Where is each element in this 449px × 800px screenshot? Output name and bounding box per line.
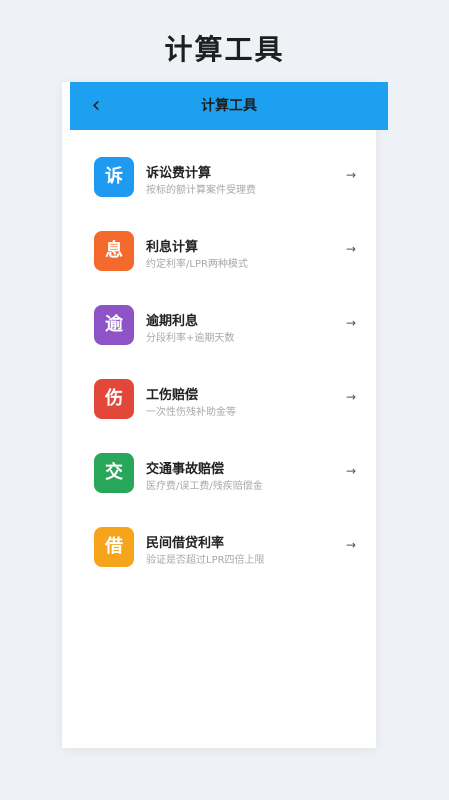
- item-icon: 诉: [94, 157, 134, 197]
- item-subtitle: 分段利率+逾期天数: [146, 333, 235, 344]
- list-item[interactable]: 息 利息计算 约定利率/LPR两种模式 →: [62, 204, 376, 278]
- item-icon: 伤: [94, 379, 134, 419]
- item-title: 民间借贷利率: [146, 536, 225, 551]
- item-subtitle: 医疗费/误工费/残疾赔偿金: [146, 481, 263, 492]
- item-title: 工伤赔偿: [146, 388, 199, 403]
- item-subtitle: 验证是否超过LPR四倍上限: [146, 555, 265, 566]
- list-item[interactable]: 诉 诉讼费计算 按标的额计算案件受理费 →: [62, 130, 376, 204]
- arrow-right-icon: →: [345, 464, 356, 478]
- item-icon: 息: [94, 231, 134, 271]
- phone-screen: 诉 诉讼费计算 按标的额计算案件受理费 → 息 利息计算 约定利率/LPR两种模…: [62, 82, 376, 748]
- arrow-right-icon: →: [345, 538, 356, 552]
- item-icon: 交: [94, 453, 134, 493]
- list-item[interactable]: 伤 工伤赔偿 一次性伤残补助金等 →: [62, 352, 376, 426]
- item-subtitle: 按标的额计算案件受理费: [146, 185, 256, 196]
- item-icon: 逾: [94, 305, 134, 345]
- item-title: 逾期利息: [146, 314, 199, 329]
- list-item[interactable]: 交 交通事故赔偿 医疗费/误工费/残疾赔偿金 →: [62, 426, 376, 500]
- arrow-right-icon: →: [345, 316, 356, 330]
- item-title: 诉讼费计算: [146, 166, 212, 181]
- page-heading: 计算工具: [164, 33, 285, 66]
- arrow-right-icon: →: [345, 168, 356, 182]
- tool-list: 诉 诉讼费计算 按标的额计算案件受理费 → 息 利息计算 约定利率/LPR两种模…: [62, 130, 376, 574]
- item-title: 利息计算: [146, 240, 199, 255]
- item-subtitle: 一次性伤残补助金等: [146, 407, 236, 418]
- appbar-container: ‹ 计算工具: [62, 82, 388, 132]
- list-item[interactable]: 逾 逾期利息 分段利率+逾期天数 →: [62, 278, 376, 352]
- arrow-right-icon: →: [345, 390, 356, 404]
- arrow-right-icon: →: [345, 242, 356, 256]
- item-icon: 借: [94, 527, 134, 567]
- appbar-title: 计算工具: [201, 98, 257, 114]
- list-item[interactable]: 借 民间借贷利率 验证是否超过LPR四倍上限 →: [62, 500, 376, 574]
- app-bar: ‹ 计算工具: [70, 82, 388, 130]
- item-title: 交通事故赔偿: [146, 462, 225, 477]
- item-subtitle: 约定利率/LPR两种模式: [146, 259, 248, 270]
